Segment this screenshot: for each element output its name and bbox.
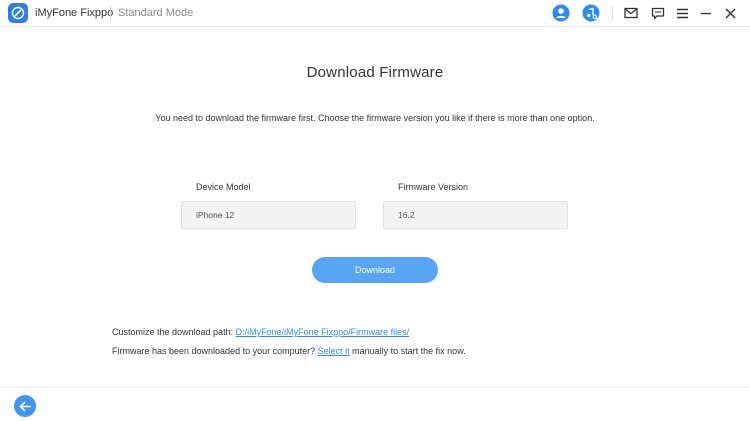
feedback-icon[interactable]: [649, 4, 667, 22]
download-path-line: Customize the download path: D:/iMyFone/…: [112, 327, 409, 337]
title-divider: [110, 6, 111, 20]
minimize-icon[interactable]: [697, 4, 715, 22]
download-button[interactable]: Download: [312, 257, 438, 283]
menu-icon[interactable]: [673, 4, 691, 22]
page-title: Download Firmware: [306, 64, 444, 81]
app-window: iMyFone Fixppo Standard Mode Download Fi…: [0, 0, 750, 421]
footer-divider: [0, 387, 750, 388]
music-search-icon[interactable]: [582, 4, 600, 22]
downloaded-text: Firmware has been downloaded to your com…: [112, 346, 318, 356]
select-it-link[interactable]: Select it: [318, 346, 350, 356]
title-bar: iMyFone Fixppo Standard Mode: [0, 0, 750, 27]
mail-icon[interactable]: [622, 4, 640, 22]
mode-label: Standard Mode: [118, 7, 194, 19]
download-path-link[interactable]: D:/iMyFone/iMyFone Fixppo/Firmware files…: [236, 327, 410, 337]
back-button[interactable]: [14, 395, 36, 417]
close-icon[interactable]: [721, 4, 739, 22]
downloaded-suffix: manually to start the fix now.: [349, 346, 466, 356]
firmware-version-field[interactable]: 16.2: [383, 201, 568, 229]
account-icon[interactable]: [552, 4, 570, 22]
app-name: iMyFone Fixppo: [35, 7, 114, 19]
logo-icon: [8, 3, 28, 23]
firmware-version-label: Firmware Version: [398, 182, 469, 192]
toolbar-divider: [612, 6, 613, 20]
download-path-text: Customize the download path:: [112, 327, 236, 337]
instruction-text: You need to download the firmware first.…: [155, 113, 595, 123]
back-arrow-icon: [19, 401, 31, 411]
device-model-label: Device Model: [196, 182, 251, 192]
downloaded-line: Firmware has been downloaded to your com…: [112, 346, 466, 356]
device-model-field: iPhone 12: [181, 201, 356, 229]
